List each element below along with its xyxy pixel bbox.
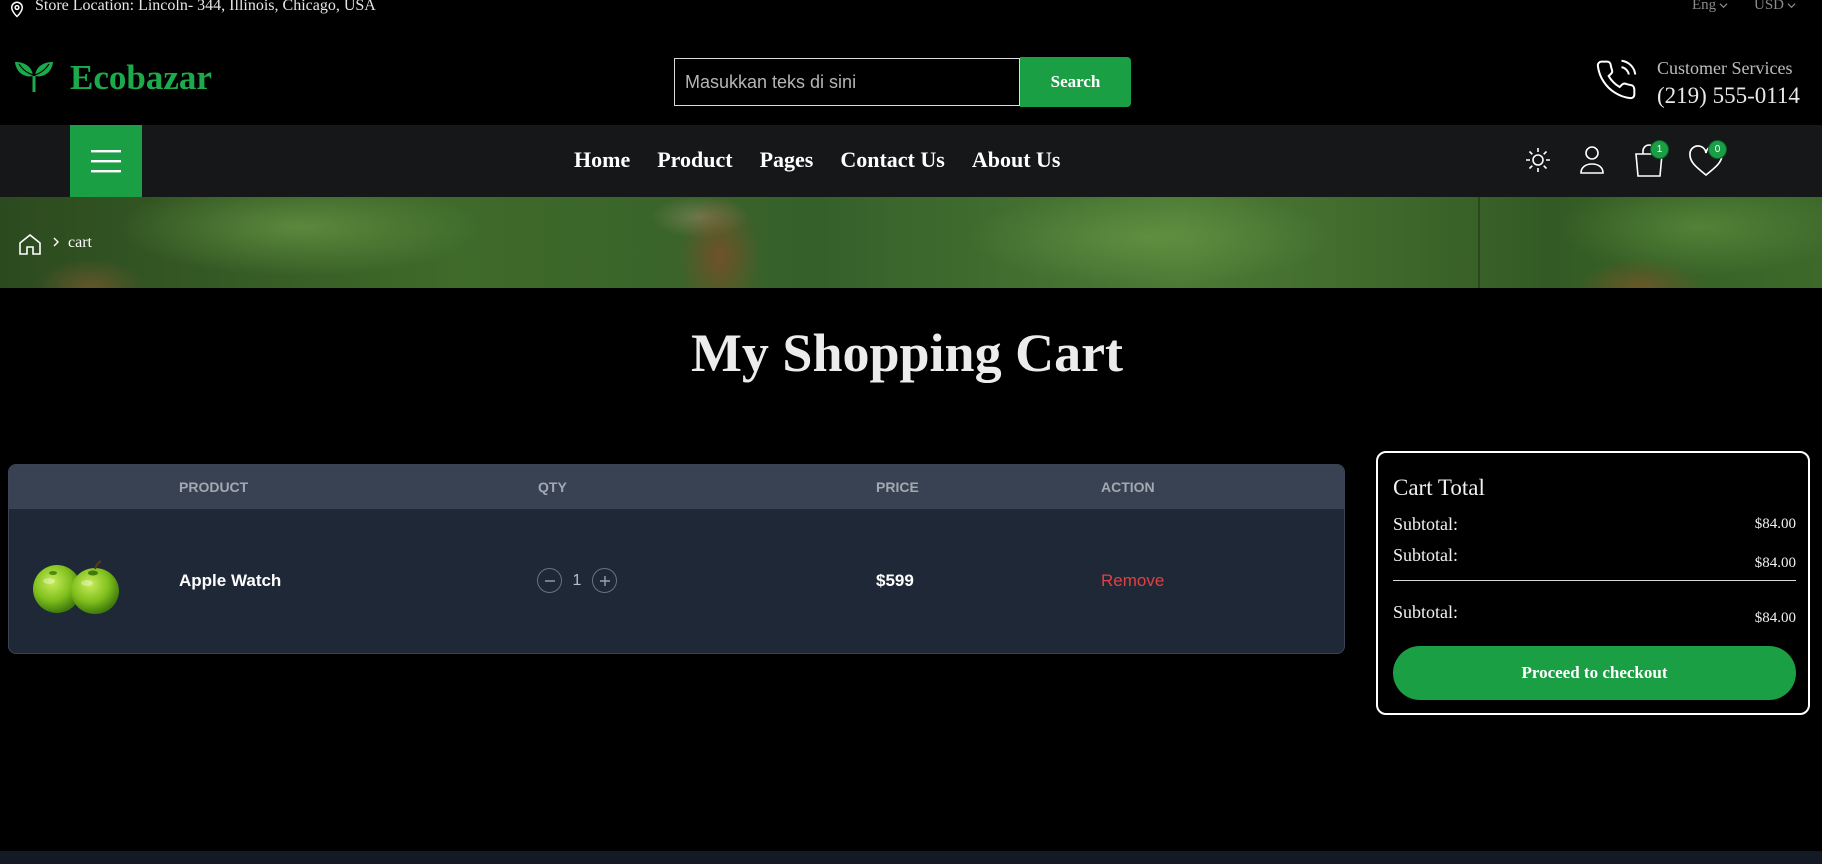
user-icon[interactable] [1578,142,1606,178]
remove-button[interactable]: Remove [1101,571,1164,591]
quantity-stepper: 1 [537,568,617,593]
hamburger-icon [91,149,121,173]
page-title: My Shopping Cart [690,323,1124,383]
product-price: $599 [876,571,914,590]
table-header: PRODUCT QTY PRICE ACTION [9,465,1344,509]
column-header-product: PRODUCT [179,479,249,495]
product-name[interactable]: Apple Watch [179,571,281,591]
sun-icon[interactable] [1524,142,1552,178]
cart-table: PRODUCT QTY PRICE ACTION Apple Watch 1 $… [8,464,1345,654]
subtotal-value: $84.00 [1754,555,1796,571]
banner-divider [1478,197,1480,288]
store-location: Store Location: Lincoln- 344, Illinois, … [35,0,376,14]
column-header-price: PRICE [876,479,919,495]
total-value: $84.00 [1754,610,1796,626]
currency-select[interactable]: USD [1754,0,1796,14]
cart-total-title: Cart Total [1393,475,1485,500]
wishlist-button[interactable]: 0 [1688,140,1727,180]
subtotal-label: Subtotal: [1393,514,1459,534]
nav-pages[interactable]: Pages [760,147,814,173]
nav-product[interactable]: Product [657,147,732,173]
nav-contact-us[interactable]: Contact Us [840,147,945,173]
nav-links: Home Product Pages Contact Us About Us [574,147,1060,173]
subtotal-value: $84.00 [1754,516,1796,532]
column-header-qty: QTY [538,479,567,495]
phone-icon [1594,58,1638,102]
footer-edge [0,851,1822,864]
language-select[interactable]: Eng [1692,0,1728,14]
increase-qty-button[interactable] [592,568,617,593]
leaf-logo-icon [14,58,54,94]
language-value: Eng [1692,0,1717,13]
chevron-down-icon [1787,1,1796,10]
plus-icon [599,575,611,587]
subtotal-label: Subtotal: [1393,545,1459,565]
breadcrumb-banner [0,197,1822,288]
search-bar: Search [674,57,1136,108]
breadcrumb-current: cart [68,234,92,251]
customer-service-phone[interactable]: (219) 555-0114 [1657,83,1800,109]
currency-value: USD [1754,0,1785,13]
column-header-action: ACTION [1101,479,1155,495]
product-image [29,555,125,615]
menu-button[interactable] [70,125,142,197]
cart-count-badge: 1 [1650,140,1669,159]
nav-about-us[interactable]: About Us [972,147,1061,173]
search-button[interactable]: Search [1020,57,1131,107]
proceed-to-checkout-button[interactable]: Proceed to checkout [1393,646,1796,700]
quantity-value: 1 [572,571,582,589]
map-pin-icon [8,0,26,18]
minus-icon [544,575,556,587]
total-label: Subtotal: [1393,602,1459,622]
cart-button[interactable]: 1 [1632,140,1669,180]
customer-service-label: Customer Services [1657,58,1793,78]
search-input[interactable] [674,58,1020,106]
chevron-down-icon [1719,1,1728,10]
breadcrumb-chevron-icon [52,236,60,248]
cart-total-panel: Cart Total Subtotal: $84.00 Subtotal: $8… [1376,451,1810,715]
brand-logo[interactable]: Ecobazar [70,58,212,98]
wishlist-count-badge: 0 [1708,140,1727,159]
home-icon[interactable] [18,233,42,255]
divider [1393,580,1796,581]
nav-home[interactable]: Home [574,147,630,173]
decrease-qty-button[interactable] [537,568,562,593]
